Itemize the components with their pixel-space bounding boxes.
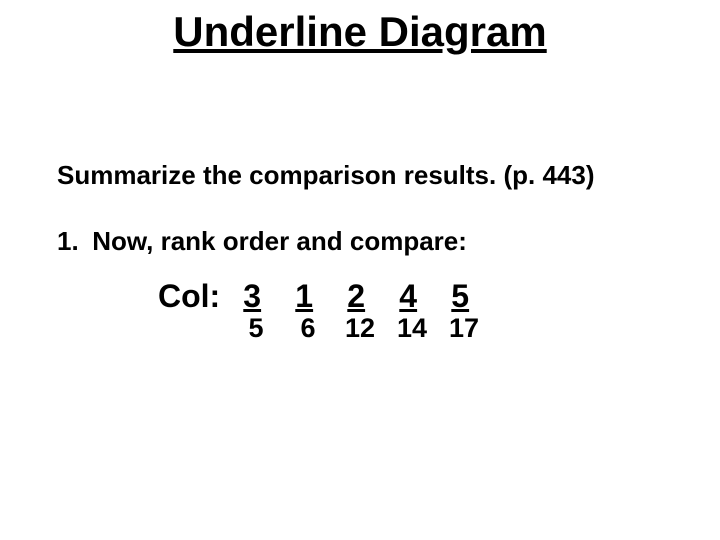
- column-row-top: Col: 3 1 2 4 5: [158, 278, 490, 315]
- col-top-cell: 3: [226, 278, 278, 315]
- col-bot-cell: 5: [230, 313, 282, 344]
- column-row-bottom: 5 6 12 14 17: [230, 313, 490, 344]
- summarize-line: Summarize the comparison results. (p. 44…: [57, 160, 595, 191]
- col-label: Col:: [158, 278, 220, 315]
- col-bot-cell: 6: [282, 313, 334, 344]
- column-table: Col: 3 1 2 4 5 5 6 12 14 17: [158, 278, 490, 344]
- list-number: 1.: [57, 226, 85, 257]
- col-bot-cell: 14: [386, 313, 438, 344]
- col-top-cell: 2: [330, 278, 382, 315]
- rank-order-line: 1. Now, rank order and compare:: [57, 226, 467, 257]
- slide-title: Underline Diagram: [0, 8, 720, 56]
- slide: Underline Diagram Summarize the comparis…: [0, 0, 720, 540]
- col-bot-cell: 12: [334, 313, 386, 344]
- col-top-cell: 4: [382, 278, 434, 315]
- col-bot-cell: 17: [438, 313, 490, 344]
- col-top-cell: 5: [434, 278, 486, 315]
- col-top-cell: 1: [278, 278, 330, 315]
- rank-text: Now, rank order and compare:: [92, 226, 467, 256]
